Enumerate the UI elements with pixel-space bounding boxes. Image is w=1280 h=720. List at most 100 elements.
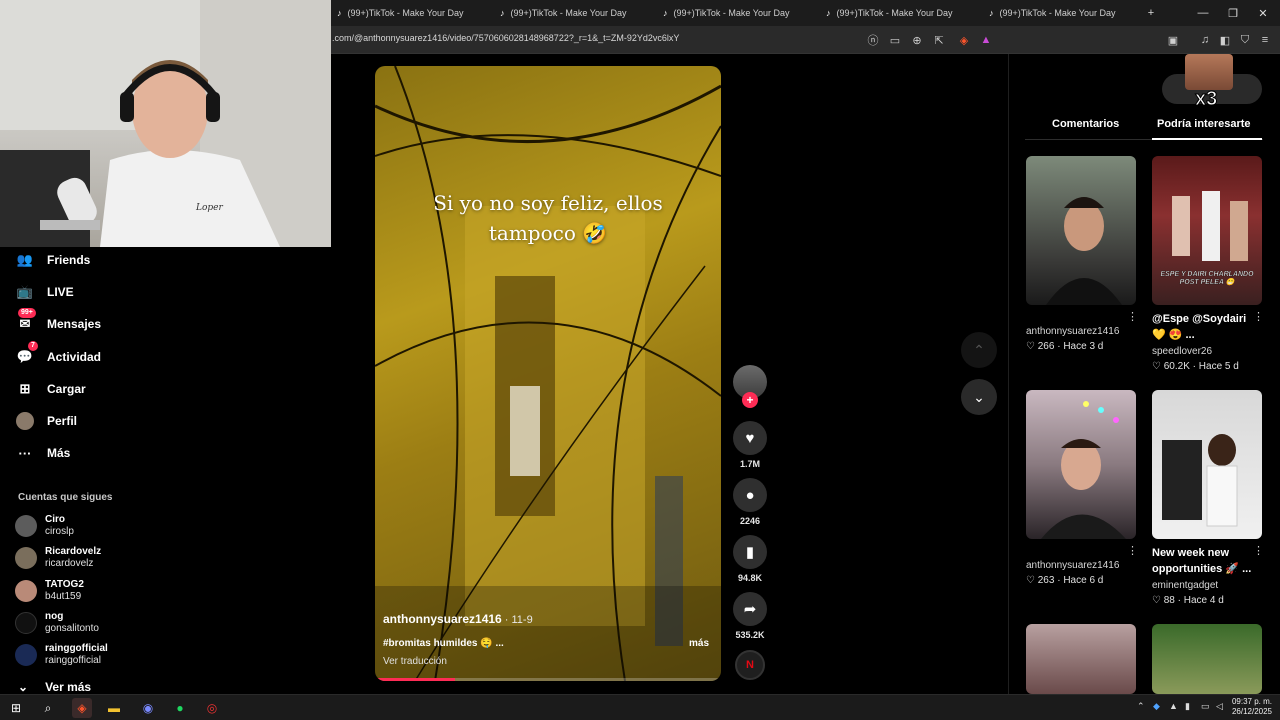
overlay-multiplier: x3 <box>1194 88 1218 111</box>
tiktok-icon: ♪ <box>989 8 994 18</box>
suggested-video-thumbnail[interactable] <box>1026 390 1136 539</box>
tray-chevron-icon[interactable]: ⌃ <box>1137 701 1145 712</box>
sound-disc-icon[interactable]: N <box>735 650 765 680</box>
close-icon[interactable]: ✕ <box>1248 0 1278 26</box>
no-translate-icon[interactable]: ⓝ <box>864 31 882 49</box>
following-account[interactable]: Ciro ciroslp <box>15 514 74 538</box>
video-progress-bar[interactable] <box>375 678 721 681</box>
menu-icon[interactable]: ≡ <box>1256 31 1274 49</box>
following-account[interactable]: nog gonsalitonto <box>15 611 99 635</box>
video-author[interactable]: anthonnysuarez1416 · 11-9 <box>383 612 533 626</box>
microphone-icon[interactable]: ▮ <box>1185 701 1190 712</box>
following-account[interactable]: rainggofficial rainggofficial <box>15 643 108 667</box>
suggested-video-thumbnail[interactable] <box>1026 624 1136 694</box>
tray-app-icon[interactable]: ▲ <box>1169 701 1178 711</box>
cast-icon[interactable]: ▭ <box>886 31 904 49</box>
live-icon: 📺 <box>16 284 34 299</box>
volume-icon[interactable]: ◁ <box>1216 701 1223 712</box>
browser-tab[interactable]: ♪ (99+)TikTok - Make Your Day <box>331 0 491 26</box>
video-frame <box>375 66 721 681</box>
card-options-icon[interactable]: ⋮ <box>1127 310 1138 323</box>
card-title[interactable]: New week new opportunities 🚀 ... <box>1152 545 1252 577</box>
panel-icon[interactable]: ◧ <box>1216 31 1234 49</box>
discord-icon[interactable]: ◉ <box>138 698 158 718</box>
heart-icon: ♥ <box>733 421 767 455</box>
sidebar-toggle-icon[interactable]: ▣ <box>1164 31 1182 49</box>
see-translation-link[interactable]: Ver traducción <box>383 656 447 667</box>
comment-count: 2246 <box>739 516 761 526</box>
system-clock[interactable]: 09:37 p. m. 26/12/2025 <box>1232 697 1272 717</box>
minimize-icon[interactable]: — <box>1188 0 1218 26</box>
card-author[interactable]: anthonnysuarez1416 <box>1026 560 1119 571</box>
card-author[interactable]: eminentgadget <box>1152 580 1218 591</box>
suggested-video-thumbnail[interactable]: ESPE Y DAIRI CHARLANDO POST PELEA 😁 <box>1152 156 1262 305</box>
brave-browser-icon[interactable]: ◈ <box>72 698 92 718</box>
browser-tab[interactable]: ♪ (99+)TikTok - Make Your Day <box>983 0 1143 26</box>
obs-icon[interactable]: ◎ <box>202 698 222 718</box>
caption-more-button[interactable]: más <box>689 638 709 649</box>
see-more-button[interactable]: ⌄ Ver más <box>18 680 91 694</box>
thumbnail-caption: ESPE Y DAIRI CHARLANDO POST PELEA 😁 <box>1160 271 1254 286</box>
browser-tab[interactable]: ♪ (99+)TikTok - Make Your Day <box>494 0 654 26</box>
sidebar-item-upload[interactable]: ⊞ Cargar <box>16 380 86 398</box>
more-icon: ··· <box>18 445 32 461</box>
sidebar-item-live[interactable]: 📺 LIVE <box>16 283 74 301</box>
save-button[interactable]: ▮ 94.8K <box>733 535 767 583</box>
url-field[interactable]: .com/@anthonnysuarez1416/video/757060602… <box>332 33 679 43</box>
messages-icon: ✉ 99+ <box>16 308 36 333</box>
sidebar-item-messages[interactable]: ✉ 99+ Mensajes <box>16 308 101 333</box>
card-title[interactable]: @Espe @Soydairi 💛 😍 ... <box>1152 311 1252 343</box>
thumbnail-art <box>1162 434 1238 527</box>
avatar <box>15 580 37 602</box>
vpn-icon[interactable]: ⛉ <box>1236 31 1254 49</box>
tray-app-icon[interactable]: ◆ <box>1153 701 1160 712</box>
suggested-video-thumbnail[interactable] <box>1026 156 1136 305</box>
card-options-icon[interactable]: ⋮ <box>1127 544 1138 557</box>
sidebar-item-friends[interactable]: 👥 Friends <box>16 251 90 269</box>
network-icon[interactable]: ▭ <box>1201 701 1210 712</box>
follow-plus-icon[interactable]: + <box>742 392 758 408</box>
avatar <box>15 515 37 537</box>
messages-badge: 99+ <box>18 308 36 318</box>
share-arrow-icon: ➦ <box>733 592 767 626</box>
share-button[interactable]: ➦ 535.2K <box>733 592 767 640</box>
avatar <box>15 644 37 666</box>
card-options-icon[interactable]: ⋮ <box>1253 544 1264 557</box>
tab-comments[interactable]: Comentarios <box>1052 118 1119 130</box>
bookmark-icon: ▮ <box>733 535 767 569</box>
brave-rewards-icon[interactable]: ▲ <box>977 31 995 49</box>
brave-shield-icon[interactable]: ◈ <box>955 31 973 49</box>
share-icon[interactable]: ⇱ <box>930 31 948 49</box>
like-button[interactable]: ♥ 1.7M <box>733 421 767 469</box>
video-player[interactable]: Si yo no soy feliz, ellos tampoco 🤣 anth… <box>375 66 721 681</box>
previous-video-button[interactable]: ⌃ <box>961 332 997 368</box>
spotify-icon[interactable]: ● <box>170 698 190 718</box>
restore-icon[interactable]: ❐ <box>1218 0 1248 26</box>
file-explorer-icon[interactable]: ▬ <box>104 698 124 718</box>
card-author[interactable]: speedlover26 <box>1152 346 1212 357</box>
media-icon[interactable]: ♫ <box>1196 31 1214 49</box>
card-meta: ♡ 263 · Hace 6 d <box>1026 575 1104 586</box>
share-count: 535.2K <box>735 630 765 640</box>
suggested-video-thumbnail[interactable] <box>1152 390 1262 539</box>
windows-start-icon[interactable]: ⊞ <box>6 698 26 718</box>
card-meta: ♡ 88 · Hace 4 d <box>1152 595 1224 606</box>
following-account[interactable]: Ricardovelz ricardovelz <box>15 546 101 570</box>
sidebar-item-profile[interactable]: Perfil <box>16 412 77 430</box>
next-video-button[interactable]: ⌄ <box>961 379 997 415</box>
suggested-video-thumbnail[interactable] <box>1152 624 1262 694</box>
following-account[interactable]: TATOG2 b4ut159 <box>15 579 84 603</box>
sidebar-item-activity[interactable]: 💬 7 Actividad <box>16 341 101 366</box>
card-options-icon[interactable]: ⋮ <box>1253 310 1264 323</box>
avatar <box>15 612 37 634</box>
browser-tab[interactable]: ♪ (99+)TikTok - Make Your Day <box>820 0 980 26</box>
card-author[interactable]: anthonnysuarez1416 <box>1026 326 1119 337</box>
browser-tab[interactable]: ♪ (99+)TikTok - Make Your Day <box>657 0 817 26</box>
search-icon[interactable]: ⌕ <box>38 698 58 718</box>
webcam-overlay: Loper <box>0 0 331 247</box>
sidebar-item-more[interactable]: ··· Más <box>16 444 71 462</box>
new-tab-button[interactable]: + <box>1136 0 1166 26</box>
comment-button[interactable]: ● 2246 <box>733 478 767 526</box>
zoom-icon[interactable]: ⊕ <box>908 31 926 49</box>
tab-suggested[interactable]: Podría interesarte <box>1157 118 1251 130</box>
